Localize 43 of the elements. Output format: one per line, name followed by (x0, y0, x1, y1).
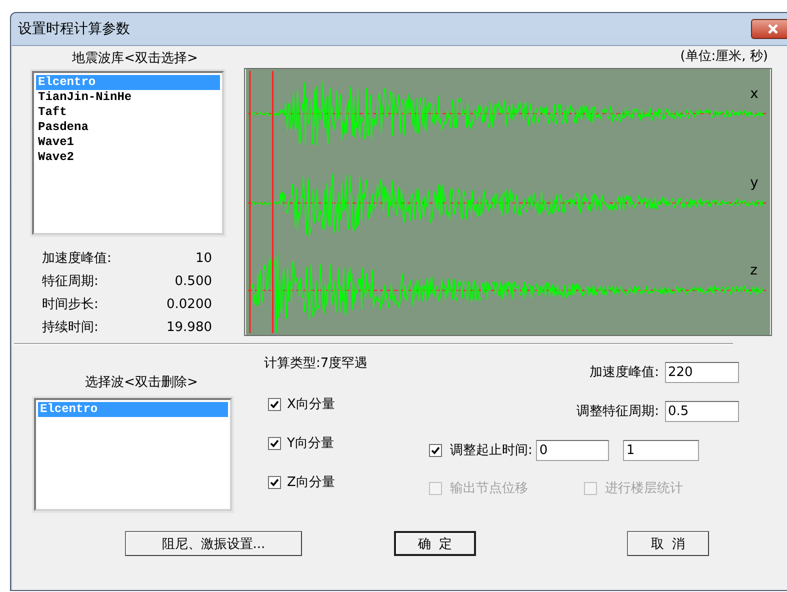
input-field[interactable]: 1 (623, 440, 700, 460)
trace-label: z (750, 262, 758, 278)
checkbox-label: Z向分量 (287, 474, 335, 491)
list-item[interactable]: Pasdena (36, 120, 220, 135)
input-field[interactable]: 0 (536, 440, 610, 460)
trace-label: y (750, 175, 758, 192)
info-value: 19.980 (166, 319, 212, 337)
dialog-button[interactable]: 阻尼、激振设置... (125, 531, 302, 556)
input-field[interactable]: 0.5 (665, 400, 739, 422)
info-label: 特征周期: (42, 273, 100, 291)
info-value: 10 (194, 250, 212, 268)
checkbox-label: X向分量 (287, 396, 335, 413)
field-label: 调整特征周期: (576, 403, 659, 420)
trace-label: x (750, 86, 758, 102)
info-label: 时间步长: (42, 296, 100, 314)
info-value: 0.0200 (166, 296, 212, 314)
list-title: 地震波库<双击选择> (71, 50, 199, 68)
checkbox[interactable] (429, 444, 442, 456)
field-label: 加速度峰值: (590, 364, 659, 381)
checkbox[interactable] (268, 436, 281, 450)
checkbox-label: 进行楼层统计 (605, 480, 683, 497)
list-item[interactable]: Taft (36, 105, 220, 120)
checkbox[interactable] (268, 476, 281, 488)
dialog-button[interactable]: 确 定 (394, 531, 476, 556)
wave-library-list[interactable]: Elcentro TianJin-NinHe Taft Pasdena Wave1 Wave2 (32, 71, 224, 235)
checkbox-label: 输出节点位移 (450, 480, 528, 497)
list-item[interactable]: TianJin-NinHe (36, 90, 220, 105)
window-title: 设置时程计算参数 (18, 20, 130, 38)
dialog-button[interactable]: 取 消 (627, 531, 709, 556)
units-label: (单位:厘米, 秒) (679, 50, 769, 66)
list-title: 选择波<双击删除> (84, 374, 199, 392)
close-icon (767, 24, 779, 34)
info-value: 0.500 (174, 273, 212, 291)
checkbox[interactable] (268, 398, 281, 410)
calc-type-label: 计算类型:7度罕遇 (264, 355, 369, 373)
input-field[interactable]: 220 (665, 362, 739, 382)
info-label: 加速度峰值: (42, 250, 112, 268)
info-label: 持续时间: (42, 319, 100, 337)
close-button[interactable] (751, 19, 787, 39)
list-item[interactable]: Wave2 (36, 150, 220, 165)
checkbox-label: Y向分量 (287, 435, 334, 452)
list-item[interactable]: Wave1 (36, 135, 220, 150)
checkbox-label: 调整起止时间: (450, 442, 532, 459)
